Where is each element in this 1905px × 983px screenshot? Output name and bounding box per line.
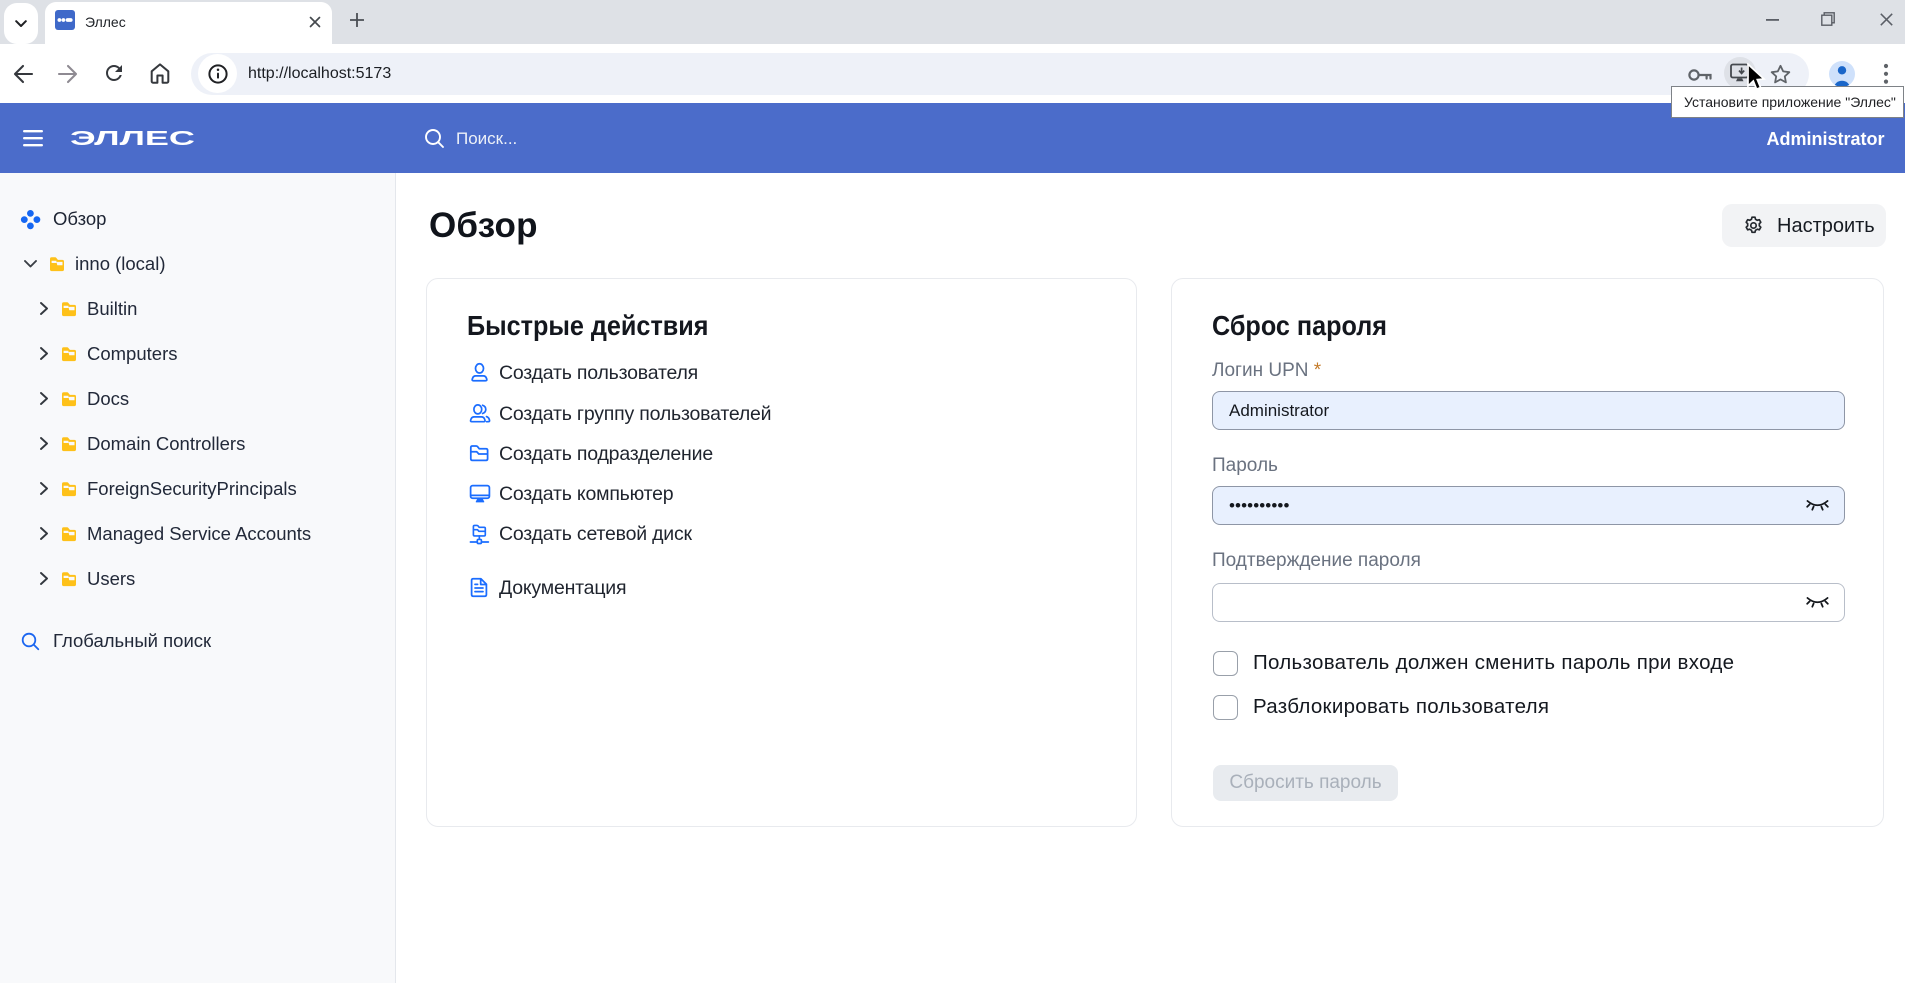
svg-text:ЭЛЛЕС: ЭЛЛЕС bbox=[70, 127, 195, 149]
